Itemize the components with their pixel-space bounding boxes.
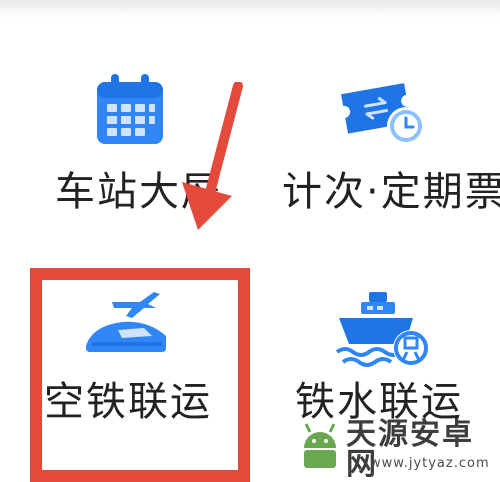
watermark-url: www.jytyaz.com bbox=[370, 456, 490, 471]
top-edge-fade bbox=[0, 0, 500, 18]
watermark-title: 天源安卓网 bbox=[346, 417, 474, 482]
annotation-arrow bbox=[170, 81, 250, 236]
android-logo-icon bbox=[296, 420, 344, 474]
highlight-box bbox=[30, 268, 250, 482]
tile-label: 铁水联运 bbox=[295, 379, 463, 425]
tile-count-periodic-ticket[interactable]: 计次·定期票 bbox=[270, 60, 500, 230]
tile-label: 计次·定期票 bbox=[282, 169, 500, 215]
ship-train-icon bbox=[335, 286, 431, 374]
ticket-clock-icon bbox=[338, 74, 430, 152]
watermark: 天源安卓网 www.jytyaz.com bbox=[296, 418, 500, 480]
calendar-icon bbox=[95, 74, 165, 150]
